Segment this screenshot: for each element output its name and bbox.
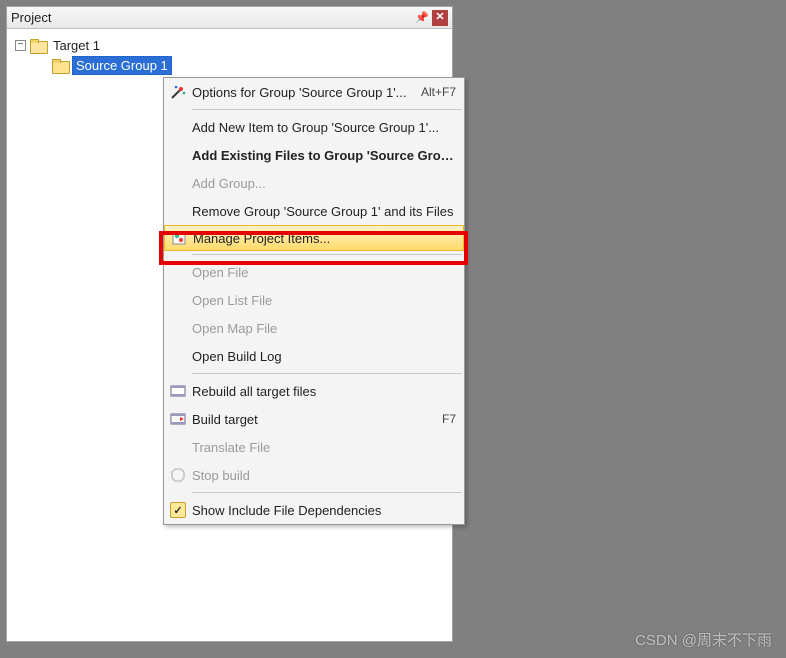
menu-options[interactable]: Options for Group 'Source Group 1'... Al… (164, 78, 464, 106)
menu-show-dependencies[interactable]: ✓ Show Include File Dependencies (164, 496, 464, 524)
tree-root-label: Target 1 (50, 37, 103, 54)
menu-stop-build[interactable]: Stop build (164, 461, 464, 489)
tree-child[interactable]: Source Group 1 (15, 55, 444, 75)
menu-label: Open Build Log (192, 349, 456, 364)
close-button[interactable]: ✕ (432, 10, 448, 26)
check-icon: ✓ (170, 502, 186, 518)
menu-label: Open List File (192, 293, 456, 308)
menu-add-existing[interactable]: Add Existing Files to Group 'Source Grou… (164, 141, 464, 169)
folder-icon (52, 59, 68, 72)
menu-label: Manage Project Items... (193, 231, 455, 246)
menu-separator (192, 492, 462, 493)
menu-label: Show Include File Dependencies (192, 503, 456, 518)
manage-icon (165, 230, 193, 246)
menu-label: Open Map File (192, 321, 456, 336)
menu-label: Rebuild all target files (192, 384, 456, 399)
build-icon (164, 411, 192, 427)
collapse-toggle[interactable]: − (15, 40, 26, 51)
menu-shortcut: F7 (442, 412, 456, 426)
menu-label: Remove Group 'Source Group 1' and its Fi… (192, 204, 456, 219)
menu-separator (192, 109, 462, 110)
context-menu: Options for Group 'Source Group 1'... Al… (163, 77, 465, 525)
menu-translate[interactable]: Translate File (164, 433, 464, 461)
menu-remove[interactable]: Remove Group 'Source Group 1' and its Fi… (164, 197, 464, 225)
menu-label: Options for Group 'Source Group 1'... (192, 85, 421, 100)
menu-rebuild-all[interactable]: Rebuild all target files (164, 377, 464, 405)
menu-label: Add New Item to Group 'Source Group 1'..… (192, 120, 456, 135)
stop-icon (164, 467, 192, 483)
menu-label: Open File (192, 265, 456, 280)
menu-open-file[interactable]: Open File (164, 258, 464, 286)
menu-add-group[interactable]: Add Group... (164, 169, 464, 197)
menu-open-list[interactable]: Open List File (164, 286, 464, 314)
menu-separator (192, 373, 462, 374)
menu-label: Add Group... (192, 176, 456, 191)
menu-add-new[interactable]: Add New Item to Group 'Source Group 1'..… (164, 113, 464, 141)
menu-label: Add Existing Files to Group 'Source Grou… (192, 148, 456, 163)
panel-title: Project (11, 10, 414, 25)
menu-open-build-log[interactable]: Open Build Log (164, 342, 464, 370)
folder-icon (30, 39, 46, 52)
menu-label: Build target (192, 412, 442, 427)
tree-root[interactable]: − Target 1 (15, 35, 444, 55)
project-tree: − Target 1 Source Group 1 (7, 29, 452, 81)
wand-icon (164, 84, 192, 100)
check-icon-wrapper: ✓ (164, 502, 192, 518)
menu-separator (192, 254, 462, 255)
menu-label: Stop build (192, 468, 456, 483)
tree-child-label: Source Group 1 (72, 56, 172, 75)
panel-header: Project 📌 ✕ (7, 7, 452, 29)
watermark: CSDN @周末不下雨 (635, 629, 772, 650)
pin-icon[interactable]: 📌 (414, 10, 430, 26)
menu-open-map[interactable]: Open Map File (164, 314, 464, 342)
menu-build-target[interactable]: Build target F7 (164, 405, 464, 433)
menu-label: Translate File (192, 440, 456, 455)
rebuild-icon (164, 383, 192, 399)
menu-shortcut: Alt+F7 (421, 85, 456, 99)
menu-manage-project-items[interactable]: Manage Project Items... (164, 225, 464, 251)
